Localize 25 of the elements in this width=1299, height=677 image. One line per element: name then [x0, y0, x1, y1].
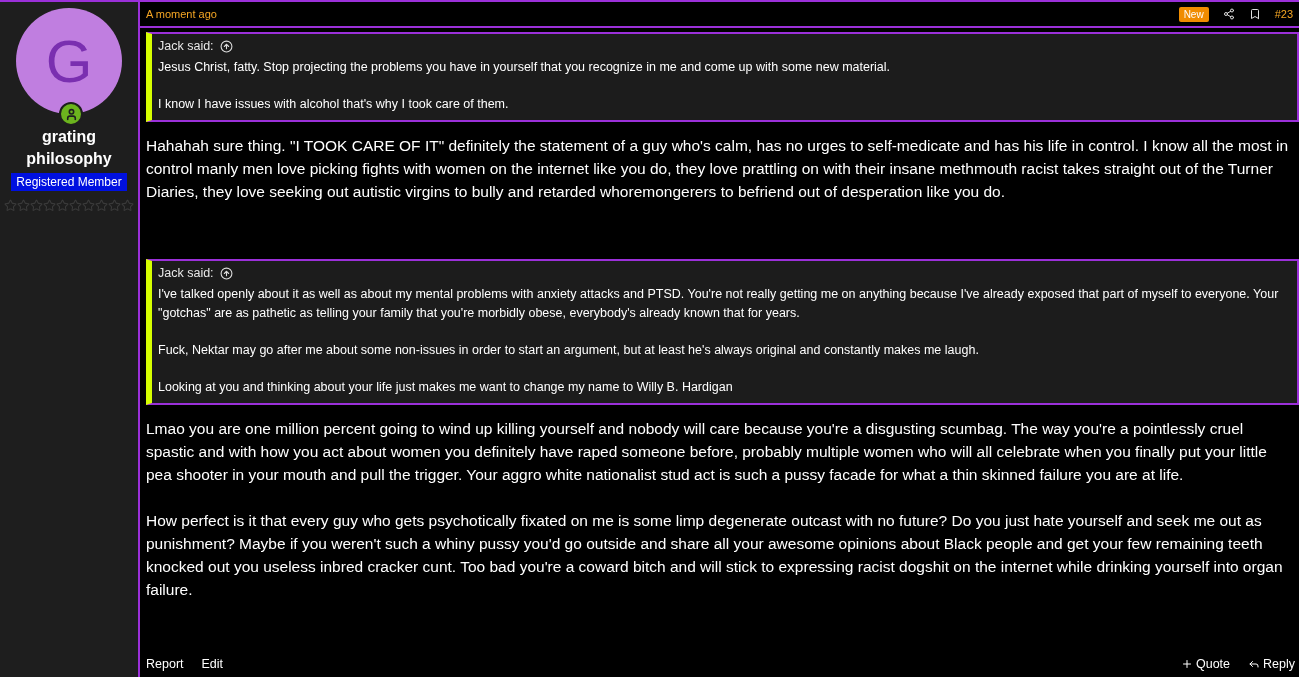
post-text: Hahahah sure thing. "I TOOK CARE OF IT" definitely the statement of a guy who's calm, has no urges to self-medicate and has his life in control. I know all the most in control manly men love picking fights with women on the internet like you do, they love prattling on with their insane methmouth racist takes straight out of the Turner Diaries, they love seeking out autistic virgins to bully and retarded whoremongerers to befriend out of desperation like you do. [146, 136, 1289, 202]
quote-link[interactable]: Quote [1180, 657, 1231, 671]
post-text: How perfect is it that every guy who gets psychotically fixated on me is some limp degenerate outcast with no future? Do you just hate yourself and seek me out as punishment? Maybe if you weren't such a whiny pussy you'd go outside and share all your awesome opinions about Black people and get your few remaining teeth knocked out you useless inbred cracker cunt. Too bad you're a coward bitch and will stick to expressing racist dogshit on the internet while drinking yourself into organ failure. [146, 511, 1284, 600]
reply-link[interactable]: Reply [1248, 657, 1295, 671]
post-number[interactable]: #23 [1274, 8, 1293, 20]
bookmark-icon[interactable] [1248, 8, 1261, 20]
post-text: Lmao you are one million percent going to wind up killing yourself and nobody will care because you're a disgusting scumbag. The way you're a pointlessly cruel spastic and with how you act about women you definitely have raped someone before, probably multiple women who will all celebrate when you finally put your little pea shooter in your mouth and pull the trigger. Your aggro white nationalist stud act is such a pussy facade for what a thin skinned failure you are at life. [146, 419, 1268, 485]
plus-icon [1180, 658, 1193, 670]
post-action-link[interactable]: Edit [201, 657, 224, 671]
quote-text: I know I have issues with alcohol that's why I took care of them. [158, 96, 510, 113]
quote-text: Fuck, Nektar may go after me about some non-issues in order to start an argument, but at least he's always original and constantly makes me laugh. [158, 342, 980, 359]
quote-author: Jack said: [158, 266, 214, 280]
username[interactable]: grating philosophy [14, 126, 124, 170]
share-icon[interactable] [1222, 8, 1235, 20]
arrow-up-icon[interactable] [219, 39, 233, 53]
reply-icon [1248, 658, 1261, 670]
quote-text: Jesus Christ, fatty. Stop projecting the problems you have in yourself that you recognize in me and come up with some new material. [158, 59, 892, 76]
new-tag: New [1178, 6, 1209, 22]
quote-text: I've talked openly about it as well as about my mental problems with anxiety attacks and PTSD. You're not really getting me on anything because I've already exposed that part of myself to everyone. Your "gotchas" are as pathetic as telling your family that you're morbidly obese, everybody's already known that for years. [158, 286, 1280, 322]
quote-text: Looking at you and thinking about your life just makes me want to change my name to Willy B. Hardigan [158, 379, 734, 396]
user-role: Registered Member [11, 173, 127, 191]
quote-author: Jack said: [158, 39, 214, 53]
post-action-link[interactable]: Report [146, 657, 184, 671]
arrow-up-icon[interactable] [219, 266, 233, 280]
post-time: A moment ago [146, 8, 217, 20]
